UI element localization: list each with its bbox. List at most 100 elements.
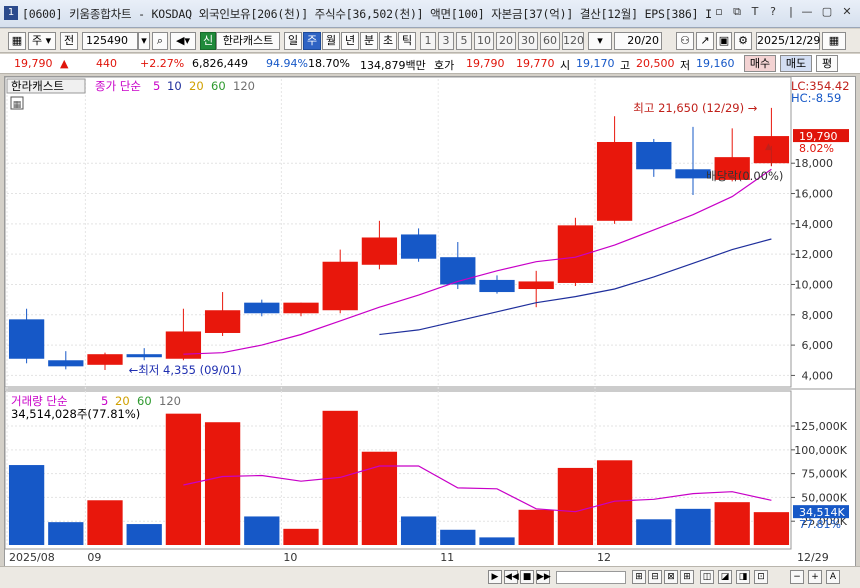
candle-body[interactable]: [361, 237, 398, 265]
pin-icon[interactable]: ▫: [712, 5, 726, 19]
candle-body[interactable]: [204, 310, 241, 333]
focus-icon[interactable]: ⊡: [754, 570, 768, 584]
search-icon[interactable]: ⌕: [152, 32, 168, 50]
period-select[interactable]: 주 ▾: [28, 32, 56, 50]
interval-20[interactable]: 20: [496, 32, 516, 50]
tab-tick[interactable]: 틱: [398, 32, 416, 50]
interval-1[interactable]: 1: [420, 32, 436, 50]
chart-type-icon[interactable]: ↗: [696, 32, 714, 50]
candle-body[interactable]: [87, 354, 123, 365]
candle-body[interactable]: [440, 257, 476, 285]
chart-list-icon[interactable]: ▦: [8, 32, 26, 50]
speaker-icon[interactable]: ◀▾: [170, 32, 196, 50]
volume-bar[interactable]: [557, 467, 594, 545]
volume-bar[interactable]: [165, 413, 202, 545]
tab-day[interactable]: 일: [284, 32, 302, 50]
gear-icon[interactable]: ⚙: [734, 32, 752, 50]
volume-ma-legend-60: 60: [137, 394, 152, 408]
candle-body[interactable]: [557, 225, 594, 283]
low-label: 저: [680, 59, 691, 72]
reset-box-icon[interactable]: ⊠: [664, 570, 678, 584]
candle-body[interactable]: [244, 302, 280, 314]
zoom-in-button[interactable]: +: [808, 570, 822, 584]
volume-bar[interactable]: [636, 519, 672, 545]
candle-body[interactable]: [8, 319, 45, 359]
volume-bar[interactable]: [126, 524, 162, 545]
volume-bar[interactable]: [283, 528, 319, 545]
tab-week[interactable]: 주: [303, 32, 321, 50]
help-icon[interactable]: ?: [766, 5, 780, 19]
volume-bar[interactable]: [753, 512, 790, 545]
new-stock-badge: 신: [200, 32, 216, 50]
candle-body[interactable]: [165, 331, 202, 359]
candle-body[interactable]: [596, 141, 633, 221]
zoom-box-icon[interactable]: ⊞: [632, 570, 646, 584]
date-input[interactable]: 2025/12/29: [756, 32, 820, 50]
volume-bar[interactable]: [400, 516, 437, 545]
count-input[interactable]: 20/20: [614, 32, 662, 50]
volume-bar[interactable]: [714, 502, 750, 545]
font-icon[interactable]: T: [748, 5, 762, 19]
volume-bar[interactable]: [440, 529, 476, 545]
maximize-button[interactable]: ▢: [820, 5, 834, 19]
volume-bar[interactable]: [204, 422, 241, 545]
tab-minute[interactable]: 분: [360, 32, 378, 50]
bottom-bar: ▶ ◀◀ ■ ▶▶ ⊞ ⊟ ⊠ ⊞ ◫ ◪ ◨ ⊡ − + A: [0, 566, 860, 588]
interval-dropdown[interactable]: ▾: [588, 32, 612, 50]
candle-body[interactable]: [636, 141, 672, 170]
eval-button[interactable]: 평: [816, 55, 838, 72]
tab-month[interactable]: 월: [322, 32, 340, 50]
sell-button[interactable]: 매도: [780, 55, 812, 72]
chart-area[interactable]: 4,000 6,000 8,000 10,000 12,000 14,000 16,000 1…: [4, 76, 856, 584]
prev-button[interactable]: 전: [60, 32, 78, 50]
interval-3[interactable]: 3: [438, 32, 454, 50]
volume-bar[interactable]: [244, 516, 280, 545]
fast-forward-button[interactable]: ▶▶: [536, 570, 551, 584]
volume-bar[interactable]: [48, 522, 84, 545]
panel-icon[interactable]: ◨: [736, 570, 750, 584]
volume-bar[interactable]: [479, 537, 515, 545]
scroll-bar[interactable]: [556, 571, 626, 584]
font-size-button[interactable]: A: [826, 570, 840, 584]
rewind-button[interactable]: ◀◀: [504, 570, 519, 584]
tab-year[interactable]: 년: [341, 32, 359, 50]
save-icon[interactable]: ▣: [716, 32, 732, 50]
interval-120[interactable]: 120: [562, 32, 584, 50]
zoom-out-button[interactable]: −: [790, 570, 804, 584]
tab-second[interactable]: 초: [379, 32, 397, 50]
volume-bar[interactable]: [675, 508, 711, 545]
minimize-button[interactable]: —: [800, 5, 814, 19]
stop-button[interactable]: ■: [520, 570, 534, 584]
candle-body[interactable]: [126, 354, 162, 358]
calendar-icon[interactable]: ▦: [822, 32, 846, 50]
stock-name[interactable]: 한라캐스트: [216, 32, 280, 50]
volume-bar[interactable]: [8, 465, 45, 545]
candle-body[interactable]: [322, 261, 358, 311]
interval-30[interactable]: 30: [518, 32, 538, 50]
play-button[interactable]: ▶: [488, 570, 502, 584]
grid-icon[interactable]: ⊞: [680, 570, 694, 584]
binoculars-icon[interactable]: ⚇: [676, 32, 694, 50]
code-dropdown-icon[interactable]: ▾: [138, 32, 150, 50]
stock-code-input[interactable]: 125490: [82, 32, 138, 50]
interval-5[interactable]: 5: [456, 32, 472, 50]
candle-body[interactable]: [283, 302, 319, 314]
zoom-out-box-icon[interactable]: ⊟: [648, 570, 662, 584]
buy-button[interactable]: 매수: [744, 55, 776, 72]
candle-body[interactable]: [400, 234, 437, 259]
candle-body[interactable]: [479, 279, 515, 293]
restore-icon[interactable]: ⧉: [730, 5, 744, 19]
chart-svg[interactable]: 4,000 6,000 8,000 10,000 12,000 14,000 16,000 1…: [5, 77, 855, 565]
volume-bar[interactable]: [596, 460, 633, 545]
annotation-high: 최고 21,650 (12/29) →: [633, 101, 757, 115]
price-change: 440: [96, 57, 117, 70]
split-icon[interactable]: ◫: [700, 570, 714, 584]
candle-body[interactable]: [518, 281, 554, 290]
candle-body[interactable]: [48, 360, 84, 367]
volume-bar[interactable]: [518, 509, 554, 545]
interval-60[interactable]: 60: [540, 32, 560, 50]
volume-bar[interactable]: [87, 500, 123, 545]
close-button[interactable]: ✕: [840, 5, 854, 19]
layout-icon[interactable]: ◪: [718, 570, 732, 584]
interval-10[interactable]: 10: [474, 32, 494, 50]
